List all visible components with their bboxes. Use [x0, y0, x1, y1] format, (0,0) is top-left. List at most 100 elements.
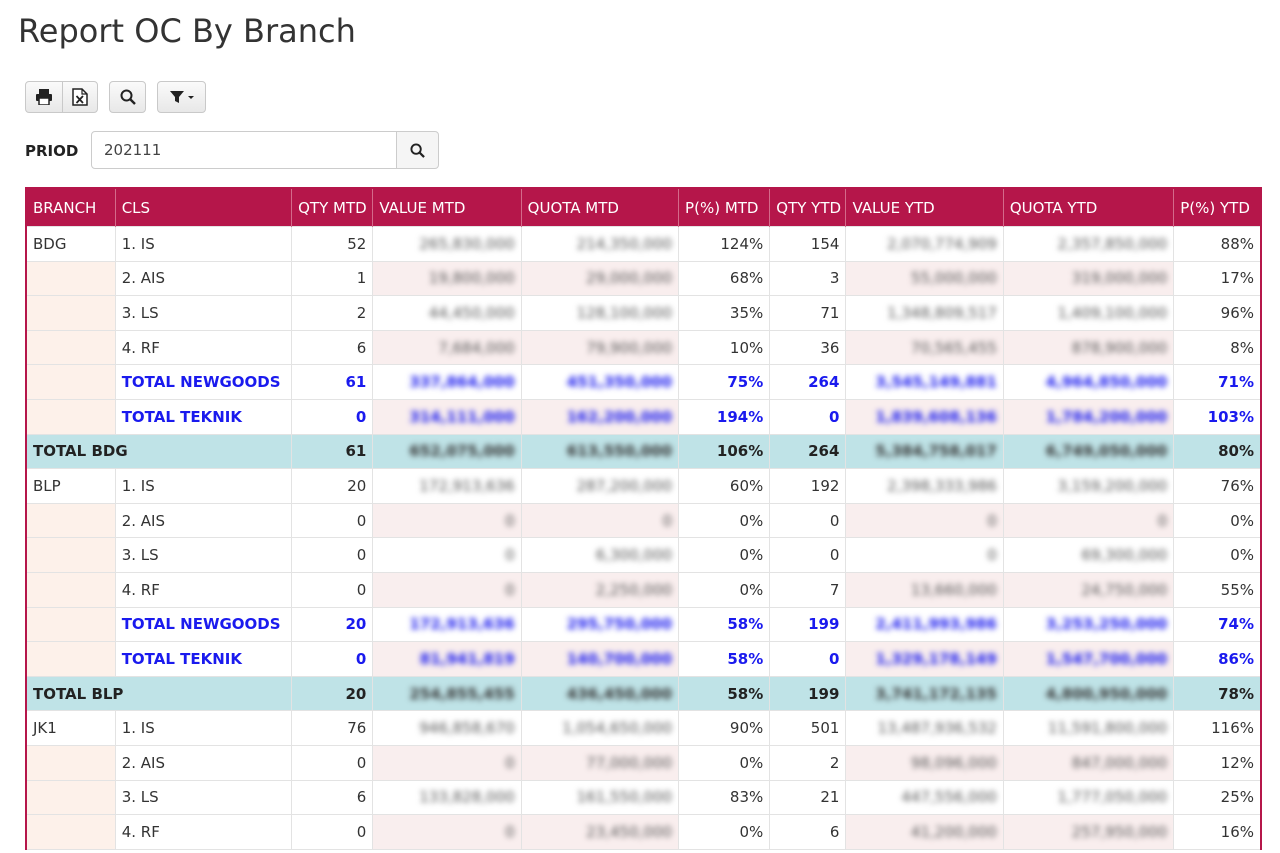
qty-mtd-value: 61	[345, 442, 367, 461]
export-excel-button[interactable]	[62, 81, 98, 113]
p-mtd-value: 0%	[739, 822, 764, 841]
qty-mtd-value: 52	[347, 234, 367, 253]
value-mtd-cell: 0	[372, 537, 522, 573]
cls-cell: 1. IS	[114, 710, 293, 746]
qty-ytd-value: 6	[829, 822, 840, 841]
qty-ytd-value: 501	[810, 719, 840, 738]
col-header-qty-ytd[interactable]: QTY YTD	[769, 187, 847, 227]
col-header-value-ytd[interactable]: VALUE YTD	[845, 187, 1004, 227]
qty-ytd-value: 199	[808, 615, 840, 634]
qty-mtd-value: 6	[356, 338, 367, 357]
p-ytd-cell: 25%	[1173, 779, 1262, 816]
p-mtd-cell: 68%	[678, 260, 771, 297]
quota-ytd-value: 0	[1157, 511, 1168, 530]
quota-ytd-value: 1,409,100,000	[1057, 303, 1168, 322]
value-ytd-value: 3,741,172,135	[875, 684, 997, 703]
p-mtd-value: 68%	[729, 269, 764, 288]
period-input[interactable]	[91, 131, 397, 169]
p-ytd-value: 55%	[1220, 580, 1254, 599]
quota-ytd-cell: 4,964,850,000	[1002, 364, 1175, 400]
qty-mtd-value: 6	[356, 788, 367, 807]
value-mtd-value: 652,075,000	[409, 442, 515, 461]
value-ytd-cell: 5,384,758,017	[845, 433, 1004, 470]
qty-ytd-cell: 154	[769, 226, 847, 262]
qty-ytd-cell: 192	[769, 468, 847, 504]
p-mtd-value: 10%	[729, 338, 764, 357]
qty-ytd-value: 7	[829, 580, 840, 599]
qty-ytd-value: 192	[810, 476, 840, 495]
quota-ytd-cell: 4,800,950,000	[1002, 675, 1175, 712]
col-header-qty-mtd[interactable]: QTY MTD	[291, 187, 374, 227]
p-ytd-cell: 80%	[1173, 433, 1262, 470]
value-ytd-value: 0	[987, 546, 997, 565]
quota-mtd-cell: 295,750,000	[520, 606, 680, 643]
col-header-quota-mtd[interactable]: QUOTA MTD	[521, 187, 680, 227]
qty-mtd-cell: 0	[291, 571, 374, 608]
quota-ytd-cell: 1,777,050,000	[1002, 779, 1175, 816]
branch-value: TOTAL BLP	[33, 684, 124, 703]
p-mtd-value: 90%	[729, 719, 764, 738]
quota-ytd-value: 24,750,000	[1081, 580, 1168, 599]
p-mtd-value: 0%	[739, 753, 764, 772]
period-label: PRIOD	[25, 142, 79, 160]
value-mtd-cell: 133,828,000	[372, 779, 522, 816]
search-icon	[120, 89, 136, 105]
quota-mtd-value: 613,550,000	[566, 442, 673, 461]
p-mtd-cell: 124%	[678, 226, 771, 262]
value-ytd-value: 13,660,000	[910, 580, 997, 599]
value-ytd-value: 98,096,000	[910, 753, 997, 772]
cls-cell: 2. AIS	[114, 260, 293, 297]
branch-value: BDG	[33, 234, 67, 253]
branch-cell	[25, 260, 116, 297]
quota-mtd-value: 140,700,000	[566, 649, 673, 668]
print-button[interactable]	[25, 81, 63, 113]
p-ytd-value: 86%	[1218, 649, 1254, 668]
value-ytd-cell: 447,556,000	[845, 779, 1004, 816]
value-mtd-value: 254,855,455	[409, 684, 515, 703]
value-mtd-value: 0	[505, 753, 515, 772]
p-mtd-cell: 90%	[678, 710, 771, 746]
quota-ytd-cell: 0	[1002, 502, 1175, 539]
value-ytd-cell: 3,741,172,135	[845, 675, 1004, 712]
value-ytd-cell: 13,660,000	[845, 571, 1004, 608]
page-title: Report OC By Branch	[18, 12, 356, 50]
p-ytd-cell: 0%	[1173, 502, 1262, 539]
table-row: 2. AIS 0 0 0 0% 0 0 0 0%	[25, 502, 1262, 539]
value-mtd-cell: 172,913,636	[372, 606, 522, 643]
quota-ytd-value: 257,950,000	[1071, 822, 1168, 841]
value-ytd-cell: 3,545,149,881	[845, 364, 1004, 400]
value-mtd-value: 946,858,670	[419, 719, 515, 738]
col-header-branch[interactable]: BRANCH	[26, 187, 116, 227]
value-mtd-value: 314,111,000	[409, 407, 515, 426]
qty-mtd-value: 1	[356, 269, 367, 288]
value-ytd-value: 5,384,758,017	[875, 442, 997, 461]
col-header-cls[interactable]: CLS	[115, 187, 293, 227]
qty-mtd-value: 76	[347, 719, 367, 738]
value-ytd-value: 2,411,993,986	[875, 615, 997, 634]
filter-dropdown-button[interactable]	[157, 81, 206, 113]
p-mtd-value: 58%	[727, 615, 764, 634]
p-ytd-value: 96%	[1220, 303, 1254, 322]
qty-ytd-cell: 3	[769, 260, 847, 297]
qty-mtd-cell: 0	[291, 814, 374, 850]
search-button[interactable]	[109, 81, 146, 113]
value-mtd-value: 172,913,636	[419, 476, 515, 495]
qty-ytd-value: 0	[829, 649, 840, 668]
cls-cell: 3. LS	[114, 295, 293, 331]
col-header-p-ytd[interactable]: P(%) YTD	[1173, 187, 1262, 227]
qty-ytd-value: 2	[829, 753, 840, 772]
period-search-button[interactable]	[396, 131, 439, 169]
qty-ytd-value: 0	[829, 511, 840, 530]
col-header-value-mtd[interactable]: VALUE MTD	[372, 187, 522, 227]
col-header-p-mtd[interactable]: P(%) MTD	[678, 187, 771, 227]
p-ytd-cell: 96%	[1173, 295, 1262, 331]
quota-ytd-cell: 6,749,050,000	[1002, 433, 1175, 470]
value-ytd-value: 0	[987, 511, 997, 530]
quota-mtd-cell: 162,200,000	[520, 398, 680, 435]
branch-cell	[25, 571, 116, 608]
col-header-quota-ytd[interactable]: QUOTA YTD	[1003, 187, 1175, 227]
cls-value: 3. LS	[121, 546, 159, 565]
p-mtd-value: 0%	[739, 546, 764, 565]
qty-mtd-cell: 61	[291, 433, 374, 470]
branch-cell	[25, 364, 116, 400]
